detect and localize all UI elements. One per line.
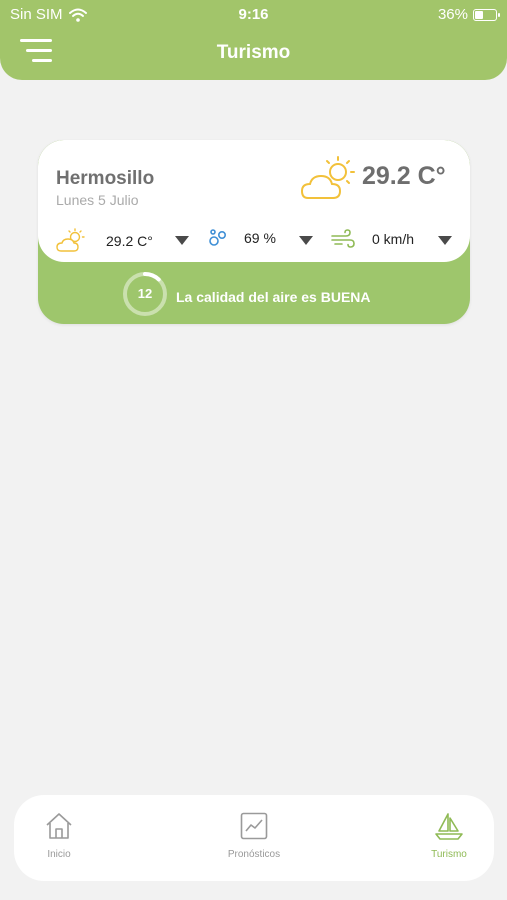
weather-card[interactable]: Hermosillo Lunes 5 Julio 29.2 C° 29.2 C°…: [38, 140, 470, 324]
weather-date: Lunes 5 Julio: [56, 192, 139, 208]
battery-percent: 36%: [437, 6, 468, 23]
home-icon: [46, 813, 72, 839]
clock: 9:16: [238, 6, 269, 23]
status-bar: Sin SIM 9:16 36%: [0, 0, 507, 28]
humidity-drops-icon: [209, 229, 227, 246]
humidity-dropdown-arrow-icon[interactable]: [299, 236, 313, 245]
current-temperature: 29.2 C°: [362, 162, 446, 190]
air-quality-gauge: 12: [122, 271, 168, 317]
nav-item-turismo[interactable]: Turismo: [404, 811, 494, 860]
humidity-metric: 69 %: [208, 228, 276, 248]
app-header: Sin SIM 9:16 36% Turismo: [0, 0, 507, 80]
nav-label-inicio: Inicio: [47, 849, 71, 860]
temperature-dropdown-arrow-icon[interactable]: [175, 236, 189, 245]
nav-label-turismo: Turismo: [431, 849, 467, 860]
battery-status: 36%: [437, 6, 500, 23]
nav-item-inicio[interactable]: Inicio: [14, 811, 104, 860]
temperature-value: 29.2 C°: [106, 233, 153, 249]
wind-dropdown-arrow-icon[interactable]: [438, 236, 452, 245]
partly-cloudy-small-icon: [56, 228, 85, 252]
battery-icon: [473, 8, 500, 21]
wind-icon: [331, 229, 355, 248]
bottom-navigation: Inicio Pronósticos Turismo: [14, 795, 494, 881]
nav-item-pronosticos[interactable]: Pronósticos: [209, 811, 299, 860]
page-title: Turismo: [216, 42, 291, 63]
humidity-value: 69 %: [244, 230, 276, 246]
wind-metric: 0 km/h: [330, 228, 414, 250]
air-quality-message: La calidad del aire es BUENA: [176, 289, 371, 305]
chart-icon: [240, 812, 268, 840]
air-quality-index: 12: [137, 286, 153, 301]
sailboat-icon: [435, 813, 463, 840]
temperature-metric: 29.2 C°: [56, 228, 153, 254]
partly-cloudy-icon: [300, 156, 355, 199]
wind-value: 0 km/h: [372, 231, 415, 247]
city-name: Hermosillo: [56, 168, 155, 189]
nav-label-pronosticos: Pronósticos: [227, 849, 281, 860]
weather-card-top: Hermosillo Lunes 5 Julio 29.2 C° 29.2 C°…: [38, 140, 470, 262]
